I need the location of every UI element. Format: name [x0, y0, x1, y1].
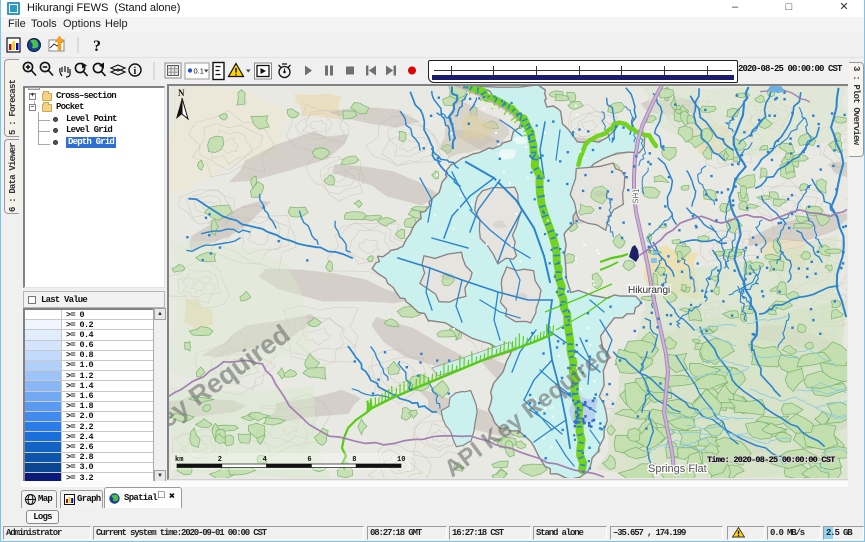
svg-text:?: ? [93, 38, 101, 55]
svg-text:N: N [178, 88, 185, 98]
svg-text:i: i [134, 66, 137, 77]
svg-text:Springs Flat: Springs Flat [648, 463, 707, 475]
svg-text:6: 6 [307, 456, 311, 464]
svg-text:Time: 2020-08-25 00:00:00 CST: Time: 2020-08-25 00:00:00 CST [707, 455, 835, 465]
svg-text:10: 10 [397, 456, 405, 464]
svg-text:8: 8 [352, 456, 356, 464]
svg-text:SH1: SH1 [631, 188, 641, 205]
svg-text:Hikurangi: Hikurangi [628, 285, 670, 296]
svg-text:km: km [175, 456, 183, 464]
svg-text:0.1: 0.1 [194, 67, 204, 76]
svg-text:2: 2 [218, 456, 222, 464]
svg-text:4: 4 [263, 456, 267, 464]
